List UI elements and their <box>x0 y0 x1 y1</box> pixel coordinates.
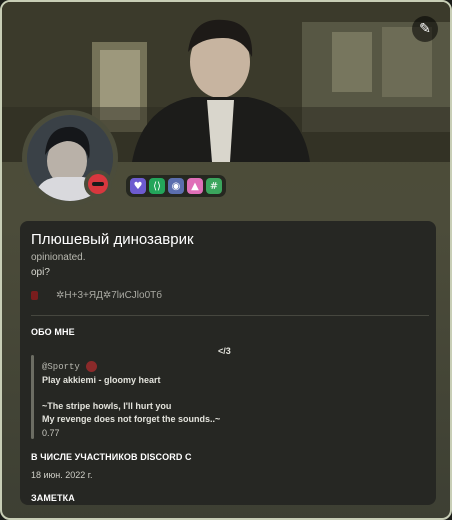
badge-list: ♥ ⟨⟩ ◉ ▲ # <box>126 175 226 197</box>
mention-avatar <box>85 361 97 372</box>
divider <box>31 315 429 316</box>
pronouns: opi? <box>31 267 50 278</box>
status-indicator-dnd <box>84 170 112 198</box>
custom-status-text: ✲H+3+ЯД✲7lиCJlo0Tб <box>56 290 162 301</box>
profile-card: Плюшевый динозаврик opinionated. opi? ✲H… <box>20 221 436 505</box>
do-not-disturb-icon <box>88 174 108 194</box>
about-line-lyric-2: My revenge does not forget the sounds..~ <box>42 414 221 424</box>
triangle-icon[interactable]: ▲ <box>187 178 203 194</box>
about-me-title: ОБО МНЕ <box>31 327 75 337</box>
member-since-title: В ЧИСЛЕ УЧАСТНИКОВ DISCORD С <box>31 452 192 462</box>
nitro-icon[interactable]: ◉ <box>168 178 184 194</box>
display-name: Плюшевый динозаврик <box>31 231 194 248</box>
about-line-song: Play akkiemi - gloomy heart <box>42 375 161 385</box>
hypesquad-icon[interactable]: ♥ <box>130 178 146 194</box>
about-line-lyric-1: ~The stripe howls, I'll hurt you <box>42 401 172 411</box>
profile-popout: ✎ ♥ ⟨⟩ ◉ ▲ # Плюшевый динозаврик opinion… <box>0 0 452 520</box>
about-line-mention[interactable]: @Sporty <box>42 361 97 372</box>
pencil-icon: ✎ <box>419 21 431 37</box>
edit-profile-button[interactable]: ✎ <box>412 16 438 42</box>
about-line-heart: </3 <box>218 346 231 356</box>
custom-status: ✲H+3+ЯД✲7lиCJlo0Tб <box>31 290 162 301</box>
note-title: ЗАМЕТКА <box>31 493 75 503</box>
active-developer-icon[interactable]: ⟨⟩ <box>149 178 165 194</box>
quote-bar <box>31 355 34 439</box>
status-emoji-icon <box>31 291 38 300</box>
username[interactable]: opinionated. <box>31 252 86 263</box>
about-line-number: 0.77 <box>42 428 60 438</box>
member-since-date: 18 июн. 2022 г. <box>31 470 93 480</box>
hashtag-icon[interactable]: # <box>206 178 222 194</box>
